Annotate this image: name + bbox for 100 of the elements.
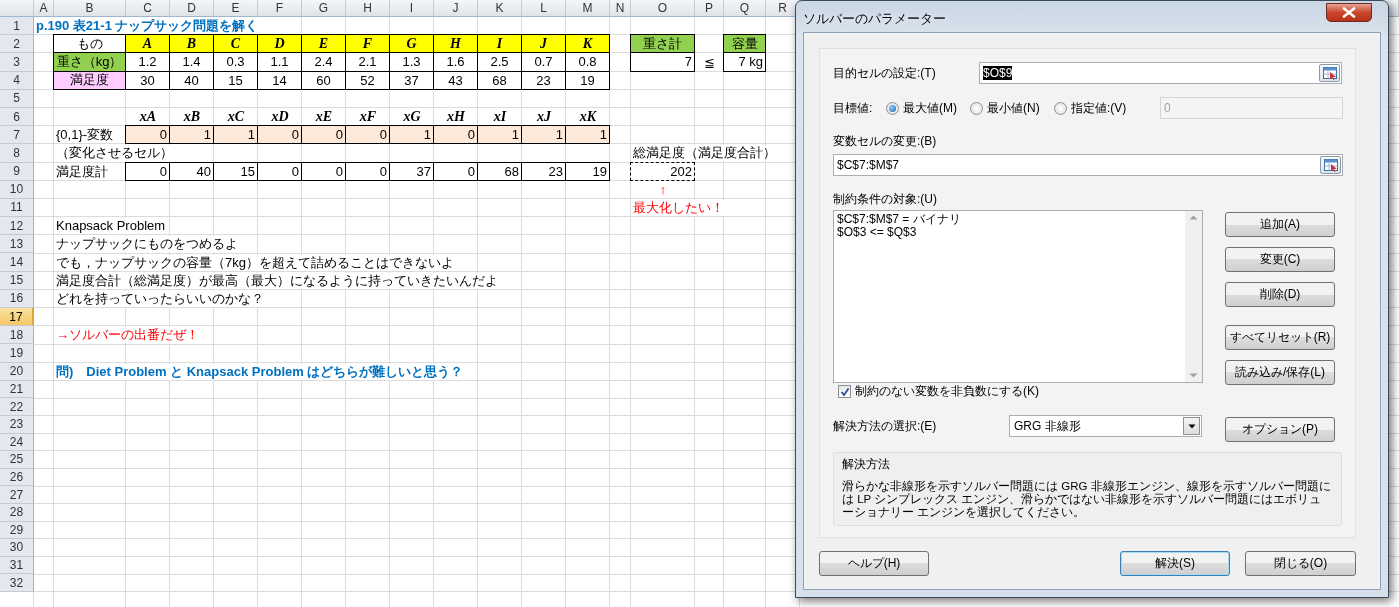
table-cell: 7: [630, 52, 695, 72]
cell-text: どれを持っていったらいいのかな？: [56, 290, 264, 307]
table-cell: 68: [477, 161, 522, 181]
column-header[interactable]: J: [434, 0, 478, 17]
row-header[interactable]: 13: [0, 235, 34, 254]
dropdown[interactable]: GRG 非線形: [1009, 415, 1202, 437]
table-cell: 重さ（kg）: [53, 52, 126, 72]
column-header[interactable]: Q: [724, 0, 766, 17]
table-cell-text: xC: [226, 108, 246, 127]
scroll-up-icon[interactable]: [1189, 215, 1198, 220]
range-select-icon: [1322, 157, 1339, 173]
table-cell-text: xH: [446, 108, 466, 127]
table-cell-text: xI: [492, 108, 508, 127]
checkbox-indicator[interactable]: [838, 385, 851, 398]
options-button[interactable]: オプション(P): [1225, 417, 1335, 442]
input-field[interactable]: $O$9: [979, 62, 1342, 84]
check-icon: [839, 386, 850, 397]
footer-button[interactable]: 閉じる(O): [1245, 551, 1356, 576]
table-cell: 0: [345, 125, 390, 145]
table-cell: 19: [565, 70, 610, 90]
table-cell-text: xD: [270, 108, 290, 127]
column-header[interactable]: I: [390, 0, 434, 17]
cell-text: ナップサックにものをつめるよ: [56, 236, 238, 253]
column-header[interactable]: G: [302, 0, 346, 17]
window-title: ソルバーのパラメーター: [803, 10, 946, 28]
table-cell: 0: [301, 125, 346, 145]
scroll-down-icon[interactable]: [1189, 373, 1198, 378]
close-button[interactable]: [1326, 3, 1372, 22]
select-all-button[interactable]: [0, 0, 34, 17]
table-cell: 0: [433, 161, 478, 181]
column-header[interactable]: F: [258, 0, 302, 17]
table-cell: 1: [521, 125, 566, 145]
row-header[interactable]: 2: [0, 35, 34, 54]
field-label: 解決方法の選択:(E): [833, 418, 938, 435]
row-header[interactable]: 14: [0, 253, 34, 272]
footer-button[interactable]: ヘルプ(H): [819, 551, 929, 576]
column-header[interactable]: M: [566, 0, 610, 17]
row-header[interactable]: 18: [0, 326, 34, 345]
table-cell-text: xB: [182, 108, 202, 127]
table-cell: 202: [630, 161, 695, 181]
column-header[interactable]: H: [346, 0, 390, 17]
row-header[interactable]: 8: [0, 144, 34, 163]
row-header[interactable]: 7: [0, 126, 34, 145]
column-header[interactable]: B: [54, 0, 126, 17]
footer-button[interactable]: 解決(S): [1120, 551, 1230, 576]
row-header[interactable]: 32: [0, 574, 34, 592]
table-cell-text: ≦: [703, 53, 716, 72]
table-cell: 1: [477, 125, 522, 145]
table-cell: 1: [169, 125, 214, 145]
side-button[interactable]: すべてリセット(R): [1225, 325, 1335, 350]
row-header[interactable]: 3: [0, 53, 34, 72]
table-cell-text: xJ: [536, 108, 553, 127]
column-header[interactable]: O: [631, 0, 695, 17]
column-header[interactable]: P: [695, 0, 724, 17]
table-cell-text: xF: [358, 108, 378, 127]
cell-text: p.190 表21-1 ナップサック問題を解く: [36, 18, 259, 35]
table-cell: 7 kg: [723, 52, 766, 72]
column-header[interactable]: A: [34, 0, 54, 17]
column-header[interactable]: D: [170, 0, 214, 17]
table-cell: 15: [213, 161, 258, 181]
table-cell-text: xG: [402, 108, 422, 127]
checkbox[interactable]: 制約のない変数を非負数にする(K): [838, 383, 1039, 400]
column-header[interactable]: R: [766, 0, 800, 17]
list-item[interactable]: $O$3 <= $Q$3: [837, 226, 1182, 239]
table-cell-text: ↑: [658, 181, 668, 199]
scrollbar[interactable]: [1185, 211, 1202, 382]
range-picker-button[interactable]: [1320, 156, 1341, 174]
row-header[interactable]: 25: [0, 451, 34, 469]
column-header[interactable]: C: [126, 0, 170, 17]
cell-text: {0,1}-変数: [56, 127, 114, 144]
side-button[interactable]: 読み込み/保存(L): [1225, 360, 1335, 385]
input-field[interactable]: $C$7:$M$7: [833, 154, 1343, 176]
row-header[interactable]: 22: [0, 398, 34, 416]
constraint-list[interactable]: $C$7:$M$7 = バイナリ $O$3 <= $Q$3: [833, 210, 1203, 383]
column-header[interactable]: E: [214, 0, 258, 17]
row-header[interactable]: 17: [0, 308, 34, 327]
cell-text: Knapsack Problem: [56, 218, 166, 235]
side-button[interactable]: 追加(A): [1225, 212, 1335, 237]
row-header[interactable]: 30: [0, 539, 34, 557]
range-picker-button[interactable]: [1319, 64, 1340, 82]
field-label: 制約条件の対象:(U): [833, 191, 938, 208]
table-cell: 0: [433, 125, 478, 145]
table-cell: 23: [521, 161, 566, 181]
description: 滑らかな非線形を示すソルバー問題には GRG 非線形エンジン、線形を示すソルバー問題には LP シンプレックス エンジン、滑らかではない非線形を示すソルバー問題にはエボリューショナリー エンジンを選択してください。: [842, 480, 1332, 519]
list-item[interactable]: $C$7:$M$7 = バイナリ: [837, 213, 1182, 226]
field-label: 変数セルの変更:(B): [833, 133, 938, 150]
group-title: 解決方法: [842, 456, 891, 473]
row-header[interactable]: 12: [0, 217, 34, 236]
side-button[interactable]: 削除(D): [1225, 282, 1335, 307]
table-cell: 19: [565, 161, 610, 181]
table-cell-text: xK: [578, 108, 598, 127]
side-button[interactable]: 変更(C): [1225, 247, 1335, 272]
row-header[interactable]: 27: [0, 486, 34, 504]
table-cell: 40: [169, 161, 214, 181]
table-cell: 1: [213, 125, 258, 145]
row-header[interactable]: 1: [0, 17, 34, 36]
column-header[interactable]: K: [478, 0, 522, 17]
column-header[interactable]: N: [610, 0, 631, 17]
column-header[interactable]: L: [522, 0, 566, 17]
row-header[interactable]: 19: [0, 344, 34, 363]
